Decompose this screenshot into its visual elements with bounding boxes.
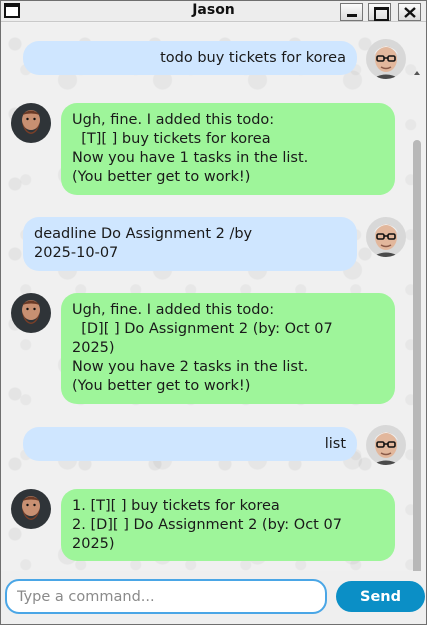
scrollbar-thumb[interactable] (413, 140, 421, 571)
minimize-button[interactable] (340, 3, 363, 21)
user-avatar (366, 217, 406, 257)
vertical-scrollbar[interactable] (413, 69, 421, 571)
bot-message-bubble: Ugh, fine. I added this todo: [T][ ] buy… (61, 103, 395, 195)
close-icon (404, 7, 416, 18)
user-message-bubble: todo buy tickets for korea (23, 41, 357, 75)
bot-avatar (11, 103, 51, 143)
bot-avatar (11, 293, 51, 333)
user-message-bubble: deadline Do Assignment 2 /by 2025-10-07 (23, 217, 357, 271)
input-bar: Send (1, 571, 426, 624)
maximize-button[interactable] (368, 3, 391, 21)
user-avatar (366, 39, 406, 79)
user-avatar (366, 425, 406, 465)
close-button[interactable] (398, 3, 421, 21)
bot-message-bubble: Ugh, fine. I added this todo: [D][ ] Do … (61, 293, 395, 404)
scroll-up-arrow-icon[interactable] (413, 69, 421, 77)
app-window: Jason todo buy tickets for korea Ugh, fi… (0, 0, 427, 625)
bot-message-bubble: 1. [T][ ] buy tickets for korea 2. [D][ … (61, 489, 395, 561)
title-bar: Jason (1, 1, 426, 22)
user-message-bubble: list (23, 427, 357, 461)
bot-avatar (11, 489, 51, 529)
command-input[interactable] (5, 579, 327, 614)
send-button[interactable]: Send (336, 581, 425, 612)
chat-dialog-area[interactable]: todo buy tickets for korea Ugh, fine. I … (1, 23, 426, 571)
